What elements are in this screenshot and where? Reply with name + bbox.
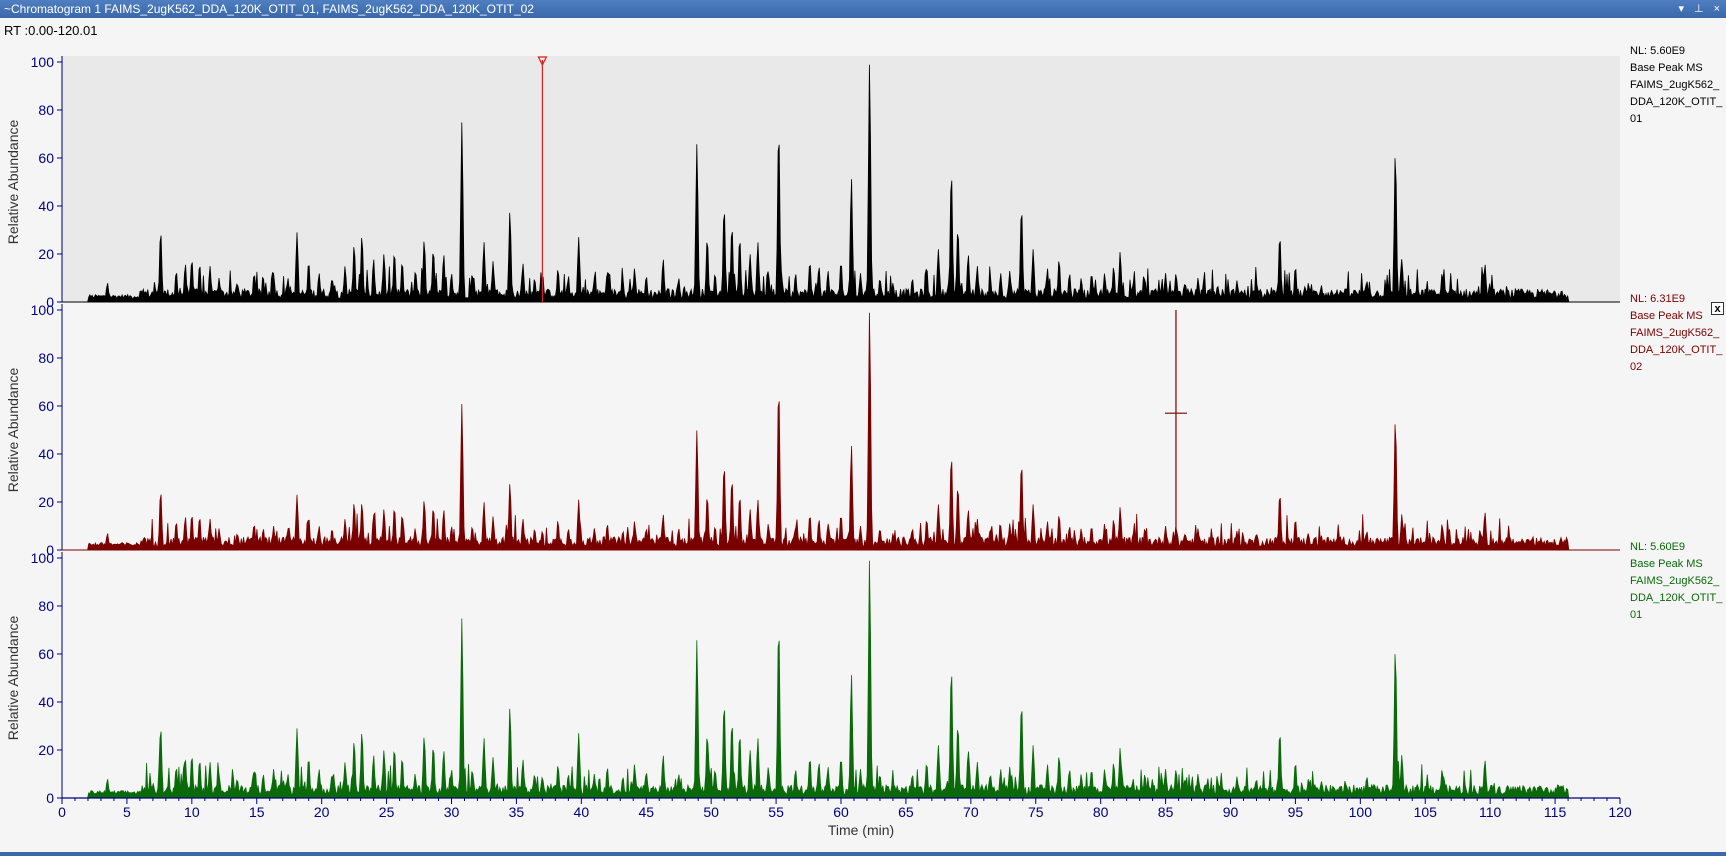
pin-icon[interactable]: ⊥ xyxy=(1694,0,1704,18)
x-tick-label: 85 xyxy=(1158,804,1174,820)
x-tick-label: 45 xyxy=(638,804,654,820)
y-tick-label: 60 xyxy=(38,150,54,166)
x-tick-label: 105 xyxy=(1414,804,1438,820)
y-tick-label: 20 xyxy=(38,742,54,758)
chromatogram-chart[interactable]: 020406080100Relative AbundanceNL: 5.60E9… xyxy=(0,44,1726,856)
panel-info-text: 01 xyxy=(1630,113,1642,125)
y-axis-label: Relative Abundance xyxy=(5,120,21,245)
chromatogram-trace xyxy=(62,560,1620,799)
panel-info-text: FAIMS_2ugK562_ xyxy=(1630,575,1720,587)
panel-info-text: Base Peak MS xyxy=(1630,558,1703,570)
x-tick-label: 65 xyxy=(898,804,914,820)
rt-range-bar: RT :0.00-120.01 xyxy=(0,18,1726,44)
window-controls: ▾ ⊥ × xyxy=(1678,0,1720,18)
chromatogram-trace xyxy=(62,312,1620,551)
panel-info-text: FAIMS_2ugK562_ xyxy=(1630,327,1720,339)
y-tick-label: 40 xyxy=(38,446,54,462)
x-tick-label: 20 xyxy=(314,804,330,820)
x-tick-label: 90 xyxy=(1223,804,1239,820)
x-tick-label: 120 xyxy=(1608,804,1632,820)
x-tick-label: 75 xyxy=(1028,804,1044,820)
x-tick-label: 70 xyxy=(963,804,979,820)
x-tick-label: 55 xyxy=(768,804,784,820)
x-tick-label: 0 xyxy=(58,804,66,820)
y-tick-label: 60 xyxy=(38,398,54,414)
x-tick-label: 5 xyxy=(123,804,131,820)
x-axis-label: Time (min) xyxy=(828,822,894,838)
close-panel-icon[interactable]: x xyxy=(1711,302,1724,315)
window-titlebar[interactable]: ~Chromatogram 1 FAIMS_2ugK562_DDA_120K_O… xyxy=(0,0,1726,18)
y-tick-label: 80 xyxy=(38,102,54,118)
close-window-icon[interactable]: × xyxy=(1714,0,1720,18)
y-tick-label: 100 xyxy=(31,302,55,318)
y-tick-label: 40 xyxy=(38,694,54,710)
x-tick-label: 80 xyxy=(1093,804,1109,820)
panel-info-text: Base Peak MS xyxy=(1630,310,1703,322)
y-tick-label: 100 xyxy=(31,54,55,70)
panel-info-text: Base Peak MS xyxy=(1630,62,1703,74)
window-title: ~Chromatogram 1 FAIMS_2ugK562_DDA_120K_O… xyxy=(4,2,534,16)
x-tick-label: 50 xyxy=(703,804,719,820)
x-tick-label: 35 xyxy=(509,804,525,820)
y-tick-label: 100 xyxy=(31,550,55,566)
panel-info-text: DDA_120K_OTIT_ xyxy=(1630,592,1723,604)
y-axis-label: Relative Abundance xyxy=(5,616,21,741)
panel-info-text: DDA_120K_OTIT_ xyxy=(1630,96,1723,108)
window-bottom-border xyxy=(0,852,1726,856)
x-tick-label: 115 xyxy=(1544,804,1567,820)
x-tick-label: 25 xyxy=(379,804,395,820)
y-tick-label: 60 xyxy=(38,646,54,662)
x-tick-label: 30 xyxy=(444,804,460,820)
y-tick-label: 0 xyxy=(46,790,54,806)
x-tick-label: 95 xyxy=(1288,804,1304,820)
dropdown-icon[interactable]: ▾ xyxy=(1678,0,1684,18)
panel-info-text: 01 xyxy=(1630,609,1642,621)
y-tick-label: 40 xyxy=(38,198,54,214)
panel-info-text: 02 xyxy=(1630,361,1642,373)
y-tick-label: 80 xyxy=(38,350,54,366)
y-tick-label: 20 xyxy=(38,246,54,262)
x-tick-label: 110 xyxy=(1479,804,1502,820)
x-tick-label: 40 xyxy=(574,804,590,820)
panel-info-text: FAIMS_2ugK562_ xyxy=(1630,79,1720,91)
x-tick-label: 60 xyxy=(833,804,849,820)
x-tick-label: 10 xyxy=(184,804,200,820)
panel-info-text: NL: 6.31E9 xyxy=(1630,293,1685,305)
panel-info-text: NL: 5.60E9 xyxy=(1630,541,1685,553)
x-tick-label: 15 xyxy=(249,804,265,820)
rt-range-label: RT :0.00-120.01 xyxy=(4,23,98,38)
y-tick-label: 80 xyxy=(38,598,54,614)
panel-info-text: NL: 5.60E9 xyxy=(1630,45,1685,57)
y-axis-label: Relative Abundance xyxy=(5,368,21,493)
panel-info-text: DDA_120K_OTIT_ xyxy=(1630,344,1723,356)
y-tick-label: 20 xyxy=(38,494,54,510)
x-tick-label: 100 xyxy=(1349,804,1373,820)
